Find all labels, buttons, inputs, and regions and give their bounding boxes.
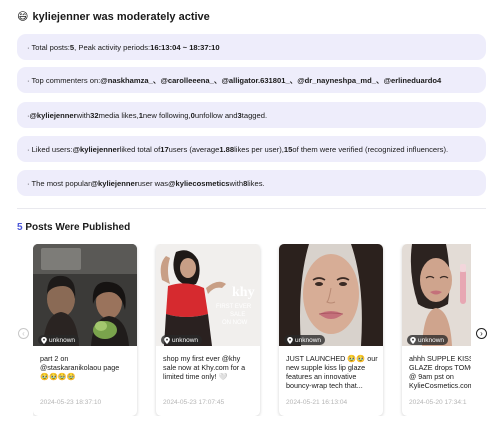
post-image [402, 244, 471, 346]
summary-most-popular: · The most popular @kyliejenner user was… [17, 170, 486, 196]
summary-text: unfollow and [194, 110, 238, 120]
summary-liked-users: · Liked users: @kyliejenner liked total … [17, 136, 486, 162]
username-link[interactable]: @kyliejenner [30, 111, 77, 120]
summary-label: · Top commenters on: [27, 75, 101, 85]
post-date: 2024-05-23 17:07:45 [163, 399, 225, 406]
peak-periods-value: 16:13:04 ~ 18:37:10 [150, 42, 220, 52]
summary-text: liked total of [119, 144, 161, 154]
summary-text: users (average [168, 144, 220, 154]
popular-user-link[interactable]: @kyliecosmetics [168, 179, 229, 188]
post-card[interactable]: khy FIRST EVER SALE ON NOW unknown shop … [156, 244, 260, 416]
posts-section-title: 5 Posts Were Published [17, 222, 130, 233]
summary-text: media likes, [98, 110, 139, 120]
location-text: unknown [295, 336, 322, 344]
location-text: unknown [49, 336, 76, 344]
summary-label: · The most popular [27, 178, 91, 188]
summary-top-commenters: · Top commenters on: @naskhamza_、@caroll… [17, 67, 486, 93]
promo-text: FIRST EVER [216, 304, 252, 310]
post-card[interactable]: unknown ahhh SUPPLE KISS LIP GLAZE drops… [402, 244, 471, 416]
post-date: 2024-05-23 18:37:10 [40, 399, 102, 406]
summary-text: likes. [247, 178, 265, 188]
summary-label: · Liked users: [27, 144, 73, 154]
summary-text: new following, [142, 110, 191, 120]
post-date: 2024-05-20 17:34:1 [409, 399, 467, 406]
section-divider [17, 208, 486, 209]
post-date: 2024-05-21 16:13:04 [286, 399, 348, 406]
post-image [33, 244, 137, 346]
post-card[interactable]: unknown part 2 on @staskaranikolaou page… [33, 244, 137, 416]
summary-label: , Peak activity periods: [74, 42, 151, 52]
carousel-prev-button[interactable]: ‹ [18, 328, 29, 339]
chevron-left-icon: ‹ [22, 328, 25, 338]
location-badge: unknown [38, 335, 80, 345]
smile-emoji-icon: 😄 [17, 11, 29, 23]
location-pin-icon [410, 336, 416, 344]
media-likes-value: 32 [90, 110, 99, 120]
summary-label: · Total posts: [27, 42, 70, 52]
verified-count-value: 15 [283, 144, 293, 154]
liked-total-value: 17 [160, 144, 169, 154]
summary-text: likes per user), [234, 144, 284, 154]
post-image [279, 244, 383, 346]
location-badge: unknown [407, 335, 449, 345]
post-card[interactable]: unknown JUST LAUNCHED 🥹🥹 our new supple … [279, 244, 383, 416]
commenters-list[interactable]: @naskhamza_、@carolleeena_、@alligator.631… [100, 75, 441, 86]
average-likes-value: 1.88 [219, 144, 235, 154]
report-header: 😄 kyliejenner was moderately active [17, 10, 210, 24]
post-caption: JUST LAUNCHED 🥹🥹 our new supple kiss lip… [286, 354, 378, 390]
post-image: khy FIRST EVER SALE ON NOW [156, 244, 260, 346]
username-link[interactable]: @kyliejenner [73, 145, 120, 154]
location-badge: unknown [161, 335, 203, 345]
posts-carousel: unknown part 2 on @staskaranikolaou page… [33, 244, 471, 416]
post-caption: ahhh SUPPLE KISS LIP GLAZE drops TOMORRO… [409, 354, 471, 390]
username-link[interactable]: @kyliejenner [91, 179, 138, 188]
report-title: kyliejenner was moderately active [32, 10, 210, 23]
post-caption: shop my first ever @khy sale now at Khy.… [163, 354, 246, 381]
location-text: unknown [172, 336, 199, 344]
chevron-right-icon: › [480, 328, 483, 338]
summary-total-posts: · Total posts: 5 , Peak activity periods… [17, 34, 486, 60]
brand-text: khy [232, 285, 255, 300]
summary-text: with [229, 178, 244, 188]
location-pin-icon [287, 336, 293, 344]
summary-text: tagged. [241, 110, 268, 120]
location-pin-icon [164, 336, 170, 344]
summary-text: user was [137, 178, 169, 188]
post-caption: part 2 on @staskaranikolaou page 🥹🥹🥹🥹 [40, 354, 120, 381]
promo-text: SALE [230, 312, 245, 318]
promo-text: ON NOW [222, 320, 248, 326]
location-text: unknown [418, 336, 445, 344]
summary-text: with [76, 110, 91, 120]
activity-report: 😄 kyliejenner was moderately active · To… [0, 0, 500, 431]
summary-text: of them were verified (recognized influe… [292, 144, 449, 154]
location-pin-icon [41, 336, 47, 344]
summary-media-likes: · @kyliejenner with 32 media likes, 1 ne… [17, 102, 486, 128]
posts-title-text: Posts Were Published [22, 222, 131, 233]
carousel-next-button[interactable]: › [476, 328, 487, 339]
location-badge: unknown [284, 335, 326, 345]
